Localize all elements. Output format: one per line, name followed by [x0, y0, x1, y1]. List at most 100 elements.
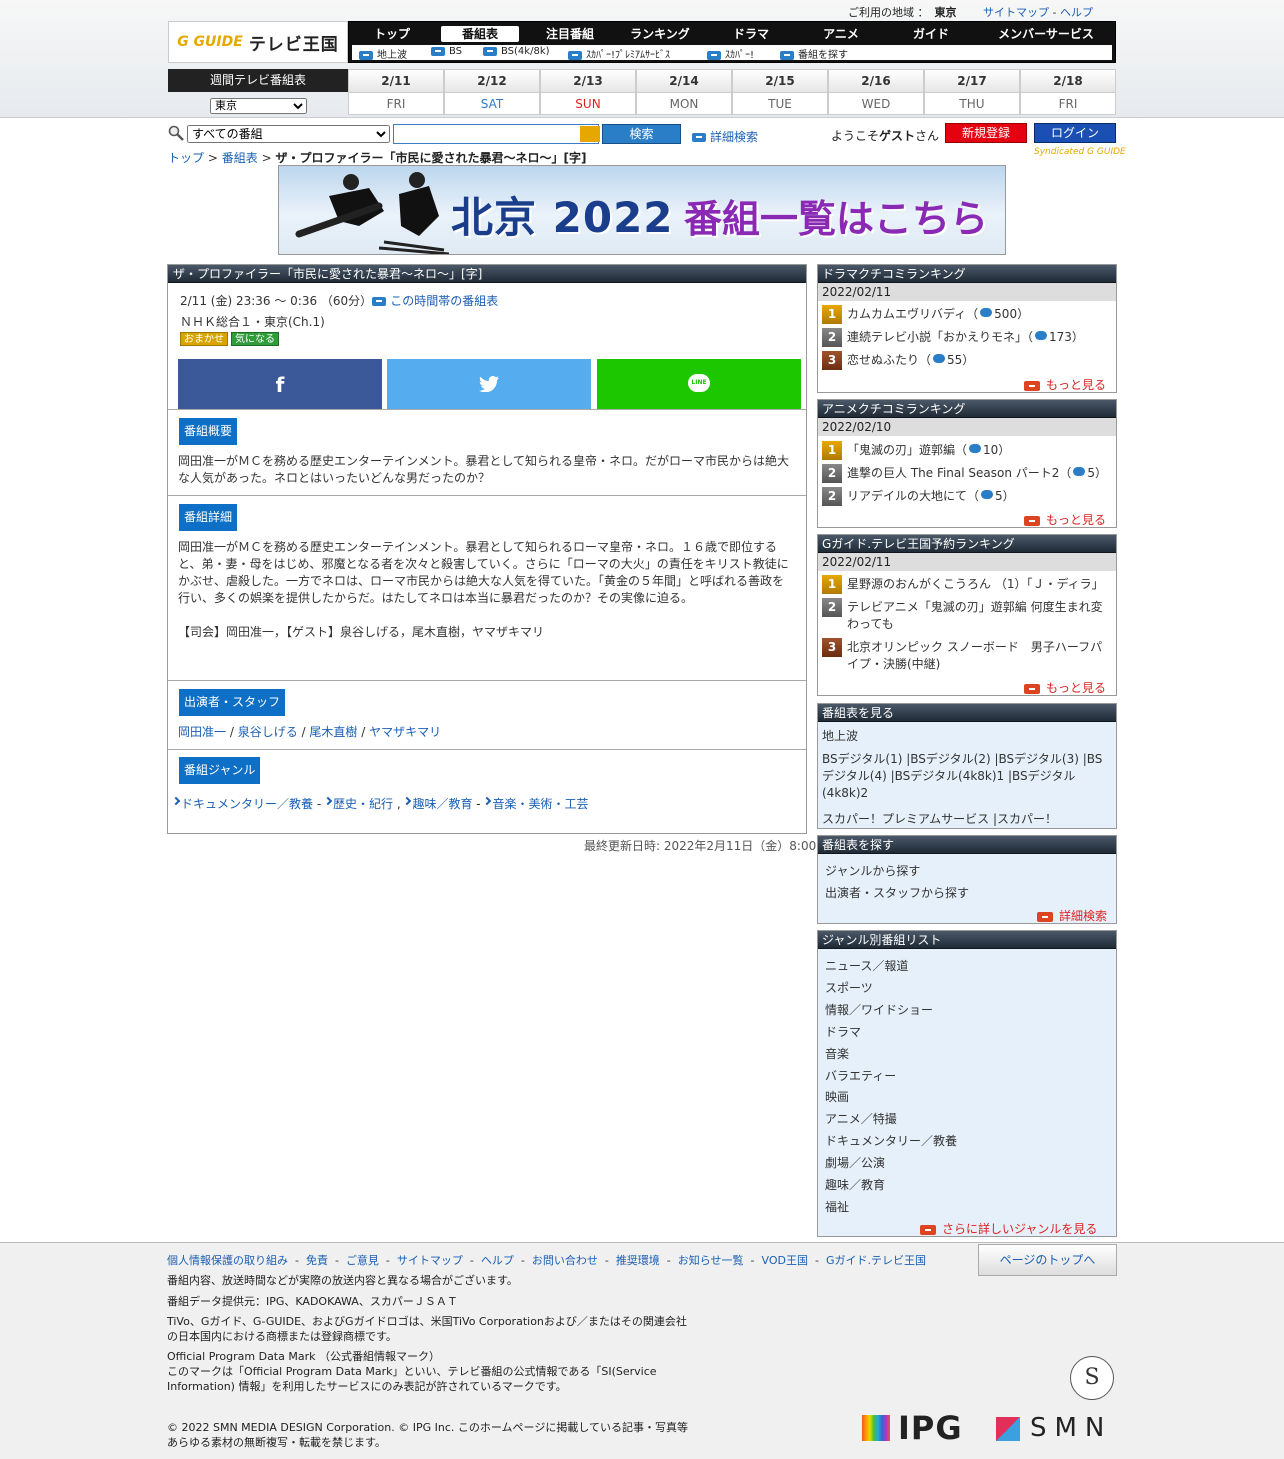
subnav-bs4k8k[interactable]: BS(4k/8k) — [483, 46, 550, 57]
ranking-item[interactable]: 北京オリンピック スノーボード 男子ハーフパイプ・決勝(中継) — [847, 639, 1109, 673]
beijing-2022-banner[interactable]: 北京 2022 番組一覧はこちら — [278, 165, 1006, 255]
nav-top[interactable]: トップ — [352, 26, 432, 42]
footer-link[interactable]: Gガイド.テレビ王国 — [826, 1254, 926, 1267]
genre-list-item[interactable]: 劇場／公演 — [825, 1154, 885, 1171]
bs-links[interactable]: BSデジタル(1) |BSデジタル(2) |BSデジタル(3) |BSデジタル(… — [822, 751, 1112, 802]
ranking-item[interactable]: リアデイルの大地にて（ 5） — [847, 488, 1112, 505]
genre-list-item[interactable]: 映画 — [825, 1088, 849, 1105]
footer-link[interactable]: 推奨環境 — [616, 1254, 660, 1267]
twitter-share-button[interactable]: 🐦 — [387, 359, 591, 409]
ranking-item[interactable]: 連続テレビ小説「おかえりモネ」（ 173） — [847, 329, 1112, 346]
subnav-skyperfect-premium[interactable]: ｽｶﾊﾟｰ!ﾌﾟﾚﾐｱﾑｻｰﾋﾞｽ — [568, 46, 670, 61]
advanced-search-link[interactable]: 詳細検索 — [1037, 907, 1107, 924]
genre-select[interactable]: すべての番組 — [187, 125, 390, 143]
footer-link[interactable]: お問い合わせ — [532, 1254, 598, 1267]
line-share-button[interactable]: LINE — [597, 359, 801, 409]
genre-list-item[interactable]: ドキュメンタリー／教養 — [825, 1132, 957, 1149]
advanced-search-link[interactable]: 詳細検索 — [692, 128, 758, 145]
facebook-share-button[interactable]: f — [178, 359, 382, 409]
more-link[interactable]: もっと見る — [1024, 511, 1106, 528]
ranking-item[interactable]: 星野源のおんがくこうろん （1）「Ｊ・ディラ」 — [847, 576, 1112, 593]
day-tab[interactable]: 2/17 THU — [924, 69, 1020, 115]
gguide-search-icon[interactable] — [580, 126, 600, 142]
chevron-right-icon — [403, 796, 412, 806]
genre-list-item[interactable]: 趣味／教育 — [825, 1176, 885, 1193]
footer-link[interactable]: お知らせ一覧 — [678, 1254, 744, 1267]
breadcrumb-schedule[interactable]: 番組表 — [222, 151, 258, 165]
rank-badge: 2 — [822, 598, 842, 617]
genre-link[interactable]: ドキュメンタリー／教養 — [171, 796, 313, 811]
find-by-genre-link[interactable]: ジャンルから探す — [825, 862, 920, 879]
prefecture-select[interactable]: 東京 — [210, 98, 307, 114]
more-genres-link[interactable]: さらに詳しいジャンルを見る — [920, 1220, 1097, 1237]
arrow-icon — [431, 46, 445, 56]
nav-ranking[interactable]: ランキング — [617, 26, 703, 42]
day-tab[interactable]: 2/16 WED — [828, 69, 924, 115]
ranking-item[interactable]: 「鬼滅の刃」遊郭編（ 10） — [847, 442, 1112, 459]
cast-link[interactable]: ヤマザキマリ — [369, 725, 441, 739]
genre-list-item[interactable]: スポーツ — [825, 979, 873, 996]
ranking-item[interactable]: 進撃の巨人 The Final Season パート2（ 5） — [847, 465, 1112, 482]
site-logo[interactable]: G GUIDE テレビ王国 — [168, 21, 348, 63]
genre-list-item[interactable]: ドラマ — [825, 1023, 861, 1040]
search-button[interactable]: 検索 — [602, 124, 681, 144]
subnav-find-program[interactable]: 番組を探す — [780, 46, 848, 61]
chevron-right-icon — [171, 796, 181, 806]
cast-link[interactable]: 泉谷しげる — [238, 725, 298, 739]
more-link[interactable]: もっと見る — [1024, 376, 1106, 393]
omakase-button[interactable]: おまかせ — [180, 332, 228, 346]
day-tab[interactable]: 2/18 FRI — [1020, 69, 1116, 115]
nav-guide[interactable]: ガイド — [889, 26, 973, 42]
subnav-terrestrial[interactable]: 地上波 — [359, 46, 407, 61]
subnav-skyperfect[interactable]: ｽｶﾊﾟｰ! — [707, 46, 754, 61]
ranking-item[interactable]: 恋せぬふたり（ 55） — [847, 352, 1112, 369]
cast-link[interactable]: 岡田准一 — [178, 725, 226, 739]
cs-links[interactable]: スカパー！プレミアムサービス |スカパー！ — [822, 810, 1057, 827]
footer-link[interactable]: ヘルプ — [481, 1254, 514, 1267]
arrow-icon — [483, 46, 497, 56]
nav-drama[interactable]: ドラマ — [709, 26, 793, 42]
more-link[interactable]: もっと見る — [1024, 679, 1106, 696]
subnav-bs[interactable]: BS — [431, 46, 462, 57]
nav-schedule[interactable]: 番組表 — [441, 26, 519, 42]
footer-link[interactable]: 個人情報保護の取り組み — [167, 1254, 288, 1267]
day-tab[interactable]: 2/14 MON — [636, 69, 732, 115]
ranking-item[interactable]: カムカムエヴリバディ（ 500） — [847, 306, 1112, 323]
genre-list-item[interactable]: 福祉 — [825, 1198, 849, 1215]
nav-anime[interactable]: アニメ — [799, 26, 883, 42]
timeslot-schedule-link[interactable]: この時間帯の番組表 — [372, 294, 498, 308]
genre-link[interactable]: 音楽・美術・工芸 — [483, 796, 588, 811]
genre-list-item[interactable]: アニメ／特撮 — [825, 1110, 897, 1127]
genre-list-item[interactable]: 音楽 — [825, 1045, 849, 1062]
day-tab[interactable]: 2/15 TUE — [732, 69, 828, 115]
genre-list-item[interactable]: 情報／ワイドショー — [825, 1001, 933, 1018]
day-tab[interactable]: 2/11 FRI — [348, 69, 444, 115]
login-button[interactable]: ログイン — [1034, 123, 1116, 143]
cast-link[interactable]: 尾木直樹 — [309, 725, 357, 739]
footer-link[interactable]: VOD王国 — [762, 1254, 808, 1267]
genre-link[interactable]: 歴史・紀行 — [323, 796, 393, 811]
nav-member[interactable]: メンバーサービス — [979, 26, 1113, 42]
genre-list-item[interactable]: ニュース／報道 — [825, 957, 908, 974]
help-link[interactable]: ヘルプ — [1060, 6, 1093, 19]
breadcrumb-top[interactable]: トップ — [168, 151, 204, 165]
terrestrial-link[interactable]: 地上波 — [822, 727, 858, 744]
footer-link[interactable]: ご意見 — [346, 1254, 379, 1267]
register-button[interactable]: 新規登録 — [945, 123, 1027, 143]
footer-link[interactable]: 免責 — [306, 1254, 328, 1267]
page-top-button[interactable]: ページのトップへ — [978, 1244, 1117, 1276]
day-tab[interactable]: 2/12 SAT — [444, 69, 540, 115]
kininaru-button[interactable]: 気になる — [231, 332, 279, 346]
divider — [168, 749, 806, 750]
footer-note: このマークは「Official Program Data Mark」といい、テレ… — [167, 1365, 657, 1393]
ranking-item[interactable]: テレビアニメ「鬼滅の刃」遊郭編 何度生まれ変わっても — [847, 599, 1109, 633]
nav-featured[interactable]: 注目番組 — [529, 26, 611, 42]
find-by-cast-link[interactable]: 出演者・スタッフから探す — [825, 884, 969, 901]
genre-link[interactable]: 趣味／教育 — [403, 796, 472, 811]
day-tab[interactable]: 2/13 SUN — [540, 69, 636, 115]
sitemap-link[interactable]: サイトマップ — [983, 6, 1049, 19]
program-title: ザ・プロファイラー「市民に愛された暴君～ネロ～」[字] — [168, 265, 806, 283]
footer-link[interactable]: サイトマップ — [397, 1254, 463, 1267]
genre-list-item[interactable]: バラエティー — [825, 1067, 896, 1084]
search-input[interactable] — [393, 124, 599, 144]
